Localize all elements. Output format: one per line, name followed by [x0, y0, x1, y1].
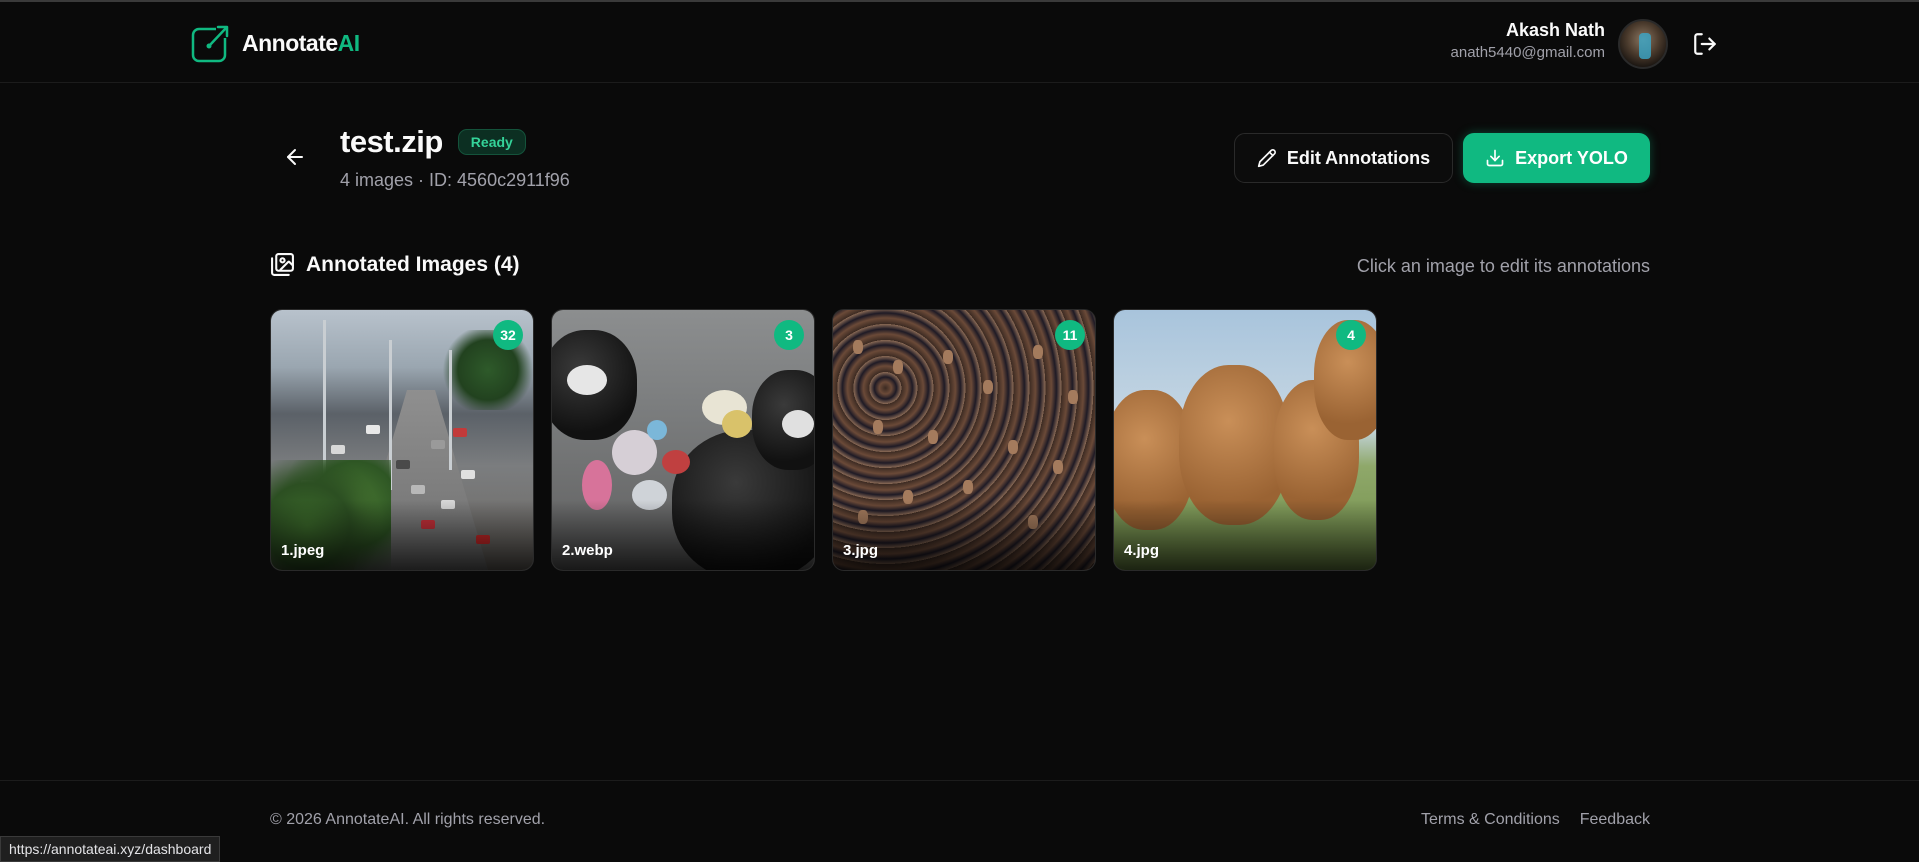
images-icon	[271, 253, 294, 276]
image-filename: 4.jpg	[1124, 542, 1160, 559]
feedback-link[interactable]: Feedback	[1580, 811, 1650, 829]
image-grid: 32 1.jpeg 3 2.webp 11 3.jpg 4 4.jpg	[270, 309, 1377, 571]
annotation-count-badge: 4	[1336, 320, 1366, 350]
export-yolo-label: Export YOLO	[1515, 147, 1628, 168]
pencil-icon	[1257, 149, 1276, 168]
arrow-left-icon[interactable]	[283, 145, 307, 169]
logo-text-main: Annotate	[242, 29, 338, 56]
user-info: Akash Nath anath5440@gmail.com	[1451, 20, 1605, 61]
status-badge: Ready	[457, 129, 526, 155]
annotation-count-badge: 32	[493, 320, 523, 350]
avatar[interactable]	[1618, 19, 1668, 69]
terms-link[interactable]: Terms & Conditions	[1421, 811, 1560, 829]
user-name: Akash Nath	[1505, 20, 1605, 40]
image-card[interactable]: 4 4.jpg	[1113, 309, 1377, 571]
logo-text-accent: AI	[337, 29, 361, 56]
page-title: test.zip	[340, 124, 443, 159]
edit-annotations-button[interactable]: Edit Annotations	[1234, 133, 1453, 183]
export-yolo-button[interactable]: Export YOLO	[1463, 133, 1650, 183]
dataset-subtitle: 4 images · ID: 4560c2911f96	[340, 170, 570, 190]
image-card[interactable]: 32 1.jpeg	[270, 309, 534, 571]
image-filename: 1.jpeg	[281, 542, 325, 559]
app-logo[interactable]: AnnotateAI	[190, 22, 360, 64]
section-header: Annotated Images (4)	[270, 252, 520, 277]
page-footer: © 2026 AnnotateAI. All rights reserved. …	[0, 780, 1919, 862]
footer-links: Terms & Conditions Feedback	[1421, 811, 1650, 829]
image-card[interactable]: 3 2.webp	[551, 309, 815, 571]
copyright-text: © 2026 AnnotateAI. All rights reserved.	[270, 811, 546, 828]
download-icon	[1486, 149, 1504, 167]
app-header: AnnotateAI Akash Nath anath5440@gmail.co…	[0, 2, 1919, 83]
section-hint: Click an image to edit its annotations	[1356, 256, 1650, 276]
logo-text: AnnotateAI	[242, 30, 360, 57]
annotation-count-badge: 11	[1055, 320, 1085, 350]
edit-annotations-label: Edit Annotations	[1286, 147, 1431, 168]
logout-icon[interactable]	[1692, 31, 1718, 57]
thumbnail-shade	[552, 500, 814, 570]
thumbnail-shade	[271, 500, 533, 570]
dataset-title-row: test.zip Ready	[340, 124, 526, 160]
browser-status-url: https://annotateai.xyz/dashboard	[0, 836, 221, 862]
image-card[interactable]: 11 3.jpg	[832, 309, 1096, 571]
thumbnail-shade	[833, 500, 1095, 570]
image-filename: 3.jpg	[843, 542, 879, 559]
annotation-count-badge: 3	[774, 320, 804, 350]
user-email: anath5440@gmail.com	[1450, 44, 1605, 61]
image-filename: 2.webp	[562, 542, 613, 559]
thumbnail-shade	[1114, 500, 1376, 570]
logo-icon	[191, 24, 230, 63]
section-title: Annotated Images (4)	[306, 252, 520, 276]
